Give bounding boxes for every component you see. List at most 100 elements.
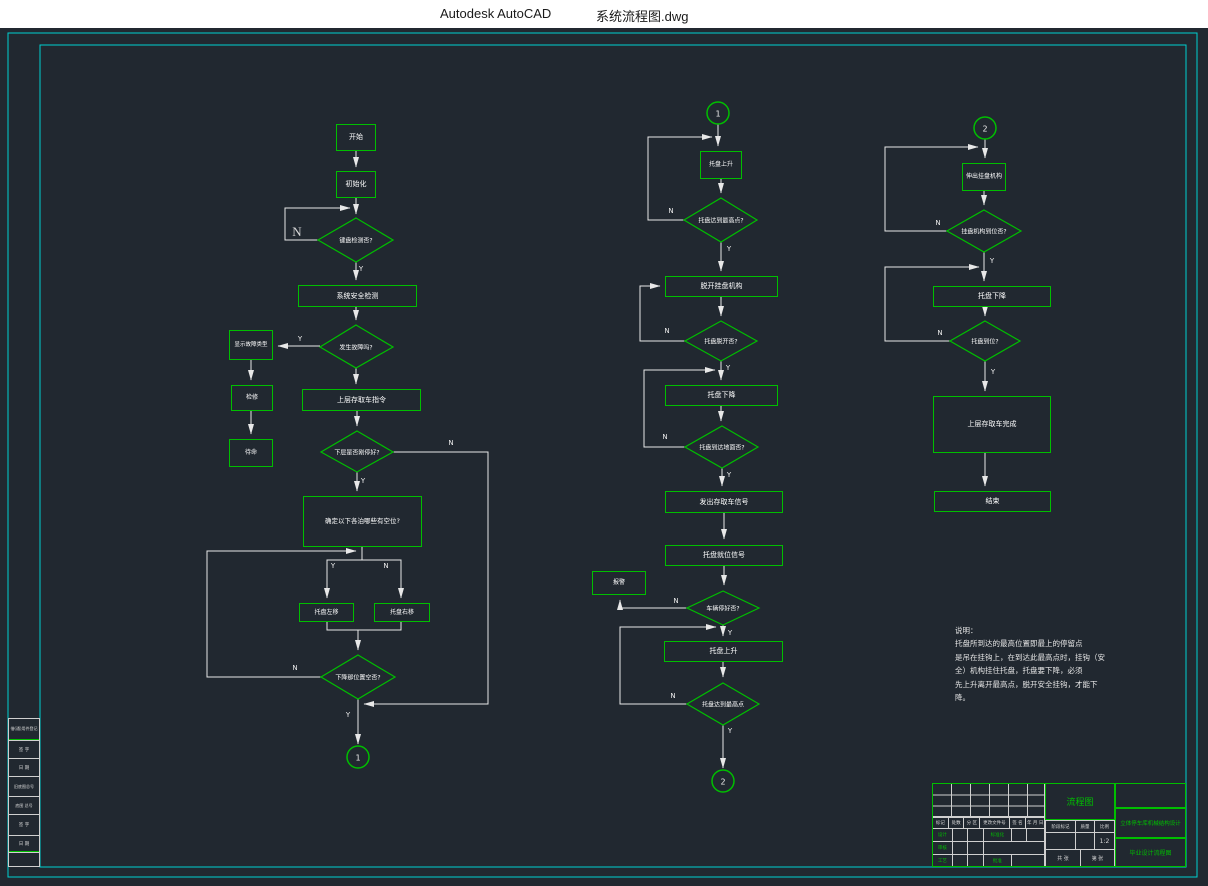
strip-row: 底图 总号 xyxy=(9,796,39,814)
branch-label-yes: Y xyxy=(346,711,350,719)
date-cell xyxy=(968,829,984,841)
flow-box-standby[interactable]: 待命 xyxy=(229,439,273,467)
flow-decision-top: 托盘达到最高点? xyxy=(698,216,743,225)
signature-cell xyxy=(953,855,969,866)
flow-box-init[interactable]: 初始化 xyxy=(336,171,376,198)
blank-cell xyxy=(984,842,1044,854)
check-label: 审核 xyxy=(933,842,953,854)
branch-label-no: N xyxy=(664,327,669,335)
drawing-note: 说明： 托盘所到达的最高位置即最上的停留点 是吊在挂钩上，在到达此最高点时，挂钩… xyxy=(955,624,1105,704)
branch-label-no: N xyxy=(668,207,673,215)
stage-row: 阶段标记 质量 比例 xyxy=(1045,820,1115,833)
flow-box-find-empty-slot[interactable]: 确定以下各泊哪些有空位? xyxy=(303,496,422,547)
branch-label-yes: Y xyxy=(728,629,732,637)
strip-row: 签 字 xyxy=(9,740,39,758)
flow-box-extend-hook[interactable]: 伸出挂盘机构 xyxy=(962,163,1006,191)
strip-row: 旧底图总号 xyxy=(9,776,39,796)
flow-decision-top-2: 托盘达到最高点 xyxy=(702,700,744,709)
stage-value-cell xyxy=(1046,833,1076,849)
flow-box-send-signal[interactable]: 发出存取车信号 xyxy=(665,491,783,513)
branch-label-yes: Y xyxy=(726,364,730,372)
flow-box-upper-done[interactable]: 上层存取车完成 xyxy=(933,396,1051,453)
signature-row-design: 设计 标准化 xyxy=(932,829,1045,842)
sheet-row: 共 张 第 张 xyxy=(1045,850,1115,867)
stage-label: 阶段标记 xyxy=(1046,821,1076,832)
stage-value-row: 1:2 xyxy=(1045,833,1115,850)
revision-header-cell: 分 区 xyxy=(964,818,980,828)
flow-box-upper-command[interactable]: 上层存取车指令 xyxy=(302,389,421,411)
approve-label: 批准 xyxy=(984,855,1012,866)
signature-cell xyxy=(953,842,969,854)
strip-row: 签 字 xyxy=(9,814,39,835)
branch-label-no-keyboard: N xyxy=(292,224,301,240)
flow-box-show-fault[interactable]: 显示故障类型 xyxy=(229,330,273,360)
craft-label: 工艺 xyxy=(933,855,953,866)
note-line: 全）机构挂住托盘，托盘要下降，必须 xyxy=(955,664,1105,677)
branch-label-no: N xyxy=(935,219,940,227)
connector-circle-2-right: 2 xyxy=(982,125,987,134)
flow-box-alarm[interactable]: 报警 xyxy=(592,571,646,595)
branch-label-yes: Y xyxy=(298,335,302,343)
strip-row: 日 期 xyxy=(9,758,39,776)
flow-box-safety-check[interactable]: 系统安全检测 xyxy=(298,285,417,307)
scale-label: 比例 xyxy=(1095,821,1114,832)
branch-label-no: N xyxy=(292,664,297,672)
weight-value-cell xyxy=(1076,833,1095,849)
branch-label-no: N xyxy=(670,692,675,700)
branch-label-yes: Y xyxy=(361,477,365,485)
flow-box-release-hook[interactable]: 脱开挂盘机构 xyxy=(665,276,778,297)
flow-box-tray-up-2[interactable]: 托盘上升 xyxy=(664,641,783,662)
scale-value: 1:2 xyxy=(1095,833,1114,849)
design-label: 设计 xyxy=(933,829,953,841)
flow-box-tray-down-mid[interactable]: 托盘下降 xyxy=(665,385,778,406)
branch-label-yes: Y xyxy=(728,727,732,735)
flow-decision-lower-parked: 下层是否刚停好? xyxy=(334,448,379,457)
signature-row-craft: 工艺 批准 xyxy=(932,855,1045,867)
title-block: 标记 处数 分 区 更改文件号 签 名 年 月 日 设计 标准化 审核 工艺 批… xyxy=(932,783,1186,867)
connector-circle-1-middle: 1 xyxy=(715,110,720,119)
signature-cell xyxy=(953,829,969,841)
drawing-number: 毕业设计流程图 xyxy=(1115,838,1186,867)
branch-label-no: N xyxy=(662,433,667,441)
flow-decision-tray-ready: 托盘到位? xyxy=(971,337,998,346)
sheet-total: 共 张 xyxy=(1046,850,1081,866)
revision-header-cell: 标记 xyxy=(933,818,949,828)
branch-label-yes: Y xyxy=(359,265,363,273)
flow-decision-hook-ready: 挂盘机构到位否? xyxy=(961,227,1006,236)
flow-box-ready-signal[interactable]: 托盘就位信号 xyxy=(665,545,783,566)
drawing-frame xyxy=(8,33,1197,877)
frame-side-strip: 借(通)用件登记 签 字 日 期 旧底图总号 底图 总号 签 字 日 期 xyxy=(8,718,40,867)
date-cell xyxy=(1027,829,1044,841)
sheet-number: 第 张 xyxy=(1081,850,1114,866)
standardization-label: 标准化 xyxy=(984,829,1012,841)
branch-label-yes: Y xyxy=(727,245,731,253)
flow-box-repair[interactable]: 检修 xyxy=(231,385,273,411)
revision-header-cell: 更改文件号 xyxy=(980,818,1009,828)
titleblock-title: 流程图 xyxy=(1045,783,1115,820)
branch-label-yes: Y xyxy=(727,471,731,479)
revision-header-cell: 处数 xyxy=(949,818,965,828)
flow-decision-car-parked: 车辆停好否? xyxy=(706,604,739,613)
flow-decision-keyboard: 键盘检测否? xyxy=(339,236,372,245)
note-line: 降。 xyxy=(955,691,1105,704)
branch-label-yes: Y xyxy=(990,257,994,265)
connector-circle-2-middle: 2 xyxy=(720,778,725,787)
flow-box-tray-move-left[interactable]: 托盘左移 xyxy=(299,603,354,622)
strip-row xyxy=(9,852,39,864)
blank-cell xyxy=(1012,855,1044,866)
flow-box-start[interactable]: 开始 xyxy=(336,124,376,151)
flow-box-tray-up[interactable]: 托盘上升 xyxy=(700,151,742,179)
branch-label-no: N xyxy=(673,597,678,605)
flow-box-tray-down-right[interactable]: 托盘下降 xyxy=(933,286,1051,307)
flow-decision-ground: 托盘到达地面否? xyxy=(699,443,744,452)
project-name: 立体停车库机械结构设计 xyxy=(1115,808,1186,838)
note-line: 是吊在挂钩上，在到达此最高点时，挂钩（安 xyxy=(955,651,1105,664)
weight-label: 质量 xyxy=(1076,821,1095,832)
revision-header-cell: 签 名 xyxy=(1010,818,1027,828)
flow-decision-fault: 发生故障吗? xyxy=(339,343,372,352)
note-line: 托盘所到达的最高位置即最上的停留点 xyxy=(955,637,1105,650)
date-cell xyxy=(968,855,984,866)
flow-box-end[interactable]: 结束 xyxy=(934,491,1051,512)
branch-label-yes: Y xyxy=(331,562,335,570)
flow-box-tray-move-right[interactable]: 托盘右移 xyxy=(374,603,430,622)
